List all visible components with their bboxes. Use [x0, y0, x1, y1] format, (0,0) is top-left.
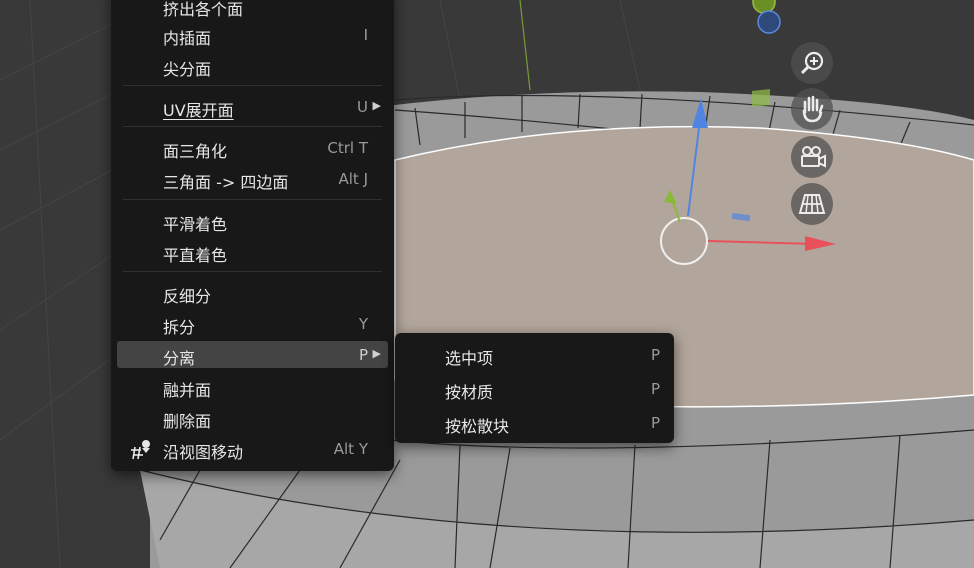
menu-item-label: 内插面 [163, 29, 212, 48]
menu-item-label: 删除面 [163, 412, 212, 431]
menu-item-shortcut: Ctrl T [327, 139, 368, 157]
menu-separator [123, 271, 382, 272]
submenu-arrow-icon: ▶ [372, 347, 381, 360]
menu-item-shortcut: I [363, 26, 368, 44]
menu-separator [123, 199, 382, 200]
perspective-grid-icon [798, 194, 826, 214]
camera-icon [801, 146, 826, 168]
menu-item-label: 分离 [163, 349, 196, 368]
menu-item-shortcut: Y [358, 315, 368, 333]
menu-item-label: UV展开面 [163, 101, 234, 120]
submenu-item-selection[interactable]: 选中项 P [401, 341, 668, 368]
zoom-button[interactable] [791, 42, 833, 84]
menu-separator [123, 126, 382, 127]
menu-item-tris-to-quads[interactable]: 三角面 -> 四边面 Alt J [117, 165, 388, 192]
menu-item-label: 融并面 [163, 381, 212, 400]
hand-icon [802, 95, 824, 123]
face-context-menu: 挤出各个面 内插面 I 尖分面 UV展开面 U ▶ 面三角化 Ctrl T 三角… [111, 0, 394, 471]
menu-item-inset-faces[interactable]: 内插面 I [117, 21, 388, 48]
submenu-item-by-loose-parts[interactable]: 按松散块 P [401, 409, 668, 436]
submenu-item-shortcut: P [650, 414, 660, 432]
menu-item-label: 反细分 [163, 287, 212, 306]
submenu-item-shortcut: P [650, 380, 660, 398]
menu-item-label: 平滑着色 [163, 215, 228, 234]
menu-item-label: 面三角化 [163, 142, 228, 161]
menu-item-shade-smooth[interactable]: 平滑着色 [117, 207, 388, 234]
nav-z-axis-ball[interactable] [757, 10, 781, 34]
menu-item-triangulate-faces[interactable]: 面三角化 Ctrl T [117, 134, 388, 161]
menu-item-shortcut: P [358, 346, 368, 364]
submenu-arrow-icon: ▶ [372, 99, 381, 112]
menu-item-delete-faces[interactable]: 删除面 [117, 404, 388, 431]
submenu-item-label: 选中项 [445, 349, 494, 368]
menu-item-separate[interactable]: 分离 P ▶ [117, 341, 388, 368]
menu-item-label: 挤出各个面 [163, 0, 244, 19]
menu-item-shade-flat[interactable]: 平直着色 [117, 238, 388, 265]
pan-button[interactable] [791, 88, 833, 130]
menu-item-shortcut: U [357, 98, 368, 116]
camera-view-button[interactable] [791, 136, 833, 178]
submenu-item-by-material[interactable]: 按材质 P [401, 375, 668, 402]
menu-item-poke-faces[interactable]: 尖分面 [117, 52, 388, 79]
separate-submenu: 选中项 P 按材质 P 按松散块 P [395, 333, 674, 443]
menu-item-uv-unwrap-faces[interactable]: UV展开面 U ▶ [117, 93, 388, 120]
submenu-item-label: 按材质 [445, 383, 494, 402]
menu-item-label: 沿视图移动 [163, 443, 244, 462]
menu-item-move-along-view[interactable]: 沿视图移动 Alt Y [117, 435, 388, 462]
menu-item-shortcut: Alt Y [333, 440, 368, 458]
menu-item-extrude-individual-faces[interactable]: 挤出各个面 [117, 0, 388, 19]
menu-item-shortcut: Alt J [338, 170, 368, 188]
zoom-in-icon [800, 51, 824, 75]
submenu-item-label: 按松散块 [445, 417, 510, 436]
perspective-toggle-button[interactable] [791, 183, 833, 225]
menu-separator [123, 85, 382, 86]
menu-item-label: 尖分面 [163, 60, 212, 79]
menu-item-label: 三角面 -> 四边面 [163, 173, 289, 192]
menu-item-label: 平直着色 [163, 246, 228, 265]
move-along-view-icon [131, 440, 150, 460]
menu-item-split[interactable]: 拆分 Y [117, 310, 388, 337]
menu-item-un-subdivide[interactable]: 反细分 [117, 279, 388, 306]
submenu-item-shortcut: P [650, 346, 660, 364]
menu-item-label: 拆分 [163, 318, 196, 337]
menu-item-dissolve-faces[interactable]: 融并面 [117, 373, 388, 400]
